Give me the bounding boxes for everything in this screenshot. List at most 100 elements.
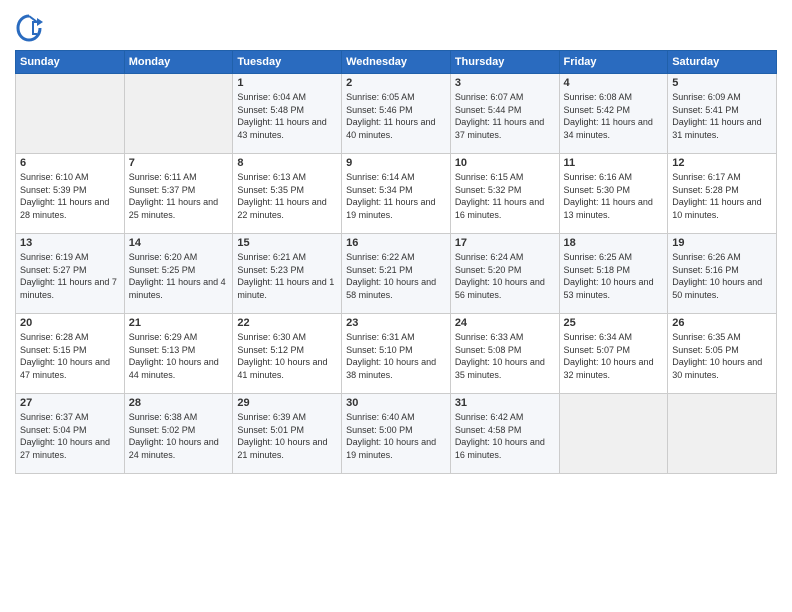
day-number: 9	[346, 157, 446, 169]
header-wednesday: Wednesday	[342, 51, 451, 74]
calendar-cell: 21 Sunrise: 6:29 AMSunset: 5:13 PMDayligh…	[124, 314, 233, 394]
header-monday: Monday	[124, 51, 233, 74]
calendar-cell	[668, 394, 777, 474]
calendar-cell: 12Sunrise: 6:17 AMSunset: 5:28 PMDayligh…	[668, 154, 777, 234]
day-info: Sunrise: 6:22 AMSunset: 5:21 PMDaylight:…	[346, 251, 446, 301]
header-sunday: Sunday	[16, 51, 125, 74]
calendar-cell: 30 Sunrise: 6:40 AMSunset: 5:00 PMDayligh…	[342, 394, 451, 474]
calendar-body: 1 Sunrise: 6:04 AMSunset: 5:48 PMDaylight…	[16, 74, 777, 474]
day-number: 25	[564, 317, 664, 329]
calendar-cell: 25 Sunrise: 6:34 AMSunset: 5:07 PMDayligh…	[559, 314, 668, 394]
week-row-4: 27Sunrise: 6:37 AMSunset: 5:04 PMDayligh…	[16, 394, 777, 474]
day-info: Sunrise: 6:24 AMSunset: 5:20 PMDaylight:…	[455, 251, 555, 301]
header-thursday: Thursday	[450, 51, 559, 74]
day-number: 14	[129, 237, 229, 249]
day-info: Sunrise: 6:07 AMSunset: 5:44 PMDaylight:…	[455, 91, 555, 141]
calendar-cell: 11 Sunrise: 6:16 AMSunset: 5:30 PMDayligh…	[559, 154, 668, 234]
day-info: Sunrise: 6:11 AMSunset: 5:37 PMDaylight:…	[129, 171, 229, 221]
calendar-cell: 7Sunrise: 6:11 AMSunset: 5:37 PMDaylight…	[124, 154, 233, 234]
day-number: 18	[564, 237, 664, 249]
day-number: 1	[237, 77, 337, 89]
day-info: Sunrise: 6:19 AMSunset: 5:27 PMDaylight:…	[20, 251, 120, 301]
day-number: 28	[129, 397, 229, 409]
day-info: Sunrise: 6:31 AMSunset: 5:10 PMDaylight:…	[346, 331, 446, 381]
day-info: Sunrise: 6:21 AMSunset: 5:23 PMDaylight:…	[237, 251, 337, 301]
day-number: 3	[455, 77, 555, 89]
day-number: 16	[346, 237, 446, 249]
day-info: Sunrise: 6:33 AMSunset: 5:08 PMDaylight:…	[455, 331, 555, 381]
calendar-cell: 15 Sunrise: 6:21 AMSunset: 5:23 PMDayligh…	[233, 234, 342, 314]
day-info: Sunrise: 6:38 AMSunset: 5:02 PMDaylight:…	[129, 411, 229, 461]
calendar-cell: 20Sunrise: 6:28 AMSunset: 5:15 PMDayligh…	[16, 314, 125, 394]
day-number: 29	[237, 397, 337, 409]
calendar-cell: 9 Sunrise: 6:14 AMSunset: 5:34 PMDaylight…	[342, 154, 451, 234]
calendar-cell	[124, 74, 233, 154]
day-number: 15	[237, 237, 337, 249]
day-number: 13	[20, 237, 120, 249]
calendar-cell: 27Sunrise: 6:37 AMSunset: 5:04 PMDayligh…	[16, 394, 125, 474]
day-number: 5	[672, 77, 772, 89]
day-info: Sunrise: 6:20 AMSunset: 5:25 PMDaylight:…	[129, 251, 229, 301]
calendar-header-row: SundayMondayTuesdayWednesdayThursdayFrid…	[16, 51, 777, 74]
calendar-cell: 6 Sunrise: 6:10 AMSunset: 5:39 PMDaylight…	[16, 154, 125, 234]
header-friday: Friday	[559, 51, 668, 74]
logo-icon	[15, 14, 43, 42]
day-info: Sunrise: 6:08 AMSunset: 5:42 PMDaylight:…	[564, 91, 664, 141]
day-number: 23	[346, 317, 446, 329]
day-number: 21	[129, 317, 229, 329]
day-info: Sunrise: 6:10 AMSunset: 5:39 PMDaylight:…	[20, 171, 120, 221]
day-info: Sunrise: 6:29 AMSunset: 5:13 PMDaylight:…	[129, 331, 229, 381]
day-number: 27	[20, 397, 120, 409]
day-info: Sunrise: 6:35 AMSunset: 5:05 PMDaylight:…	[672, 331, 772, 381]
calendar-cell: 26 Sunrise: 6:35 AMSunset: 5:05 PMDayligh…	[668, 314, 777, 394]
day-number: 11	[564, 157, 664, 169]
week-row-0: 1 Sunrise: 6:04 AMSunset: 5:48 PMDaylight…	[16, 74, 777, 154]
calendar-cell: 29 Sunrise: 6:39 AMSunset: 5:01 PMDayligh…	[233, 394, 342, 474]
day-number: 10	[455, 157, 555, 169]
week-row-1: 6 Sunrise: 6:10 AMSunset: 5:39 PMDaylight…	[16, 154, 777, 234]
calendar-cell: 10Sunrise: 6:15 AMSunset: 5:32 PMDayligh…	[450, 154, 559, 234]
calendar-cell: 14 Sunrise: 6:20 AMSunset: 5:25 PMDayligh…	[124, 234, 233, 314]
calendar-cell: 5 Sunrise: 6:09 AMSunset: 5:41 PMDaylight…	[668, 74, 777, 154]
calendar-cell: 22Sunrise: 6:30 AMSunset: 5:12 PMDayligh…	[233, 314, 342, 394]
day-number: 8	[237, 157, 337, 169]
day-info: Sunrise: 6:05 AMSunset: 5:46 PMDaylight:…	[346, 91, 446, 141]
calendar-cell: 23 Sunrise: 6:31 AMSunset: 5:10 PMDayligh…	[342, 314, 451, 394]
day-info: Sunrise: 6:09 AMSunset: 5:41 PMDaylight:…	[672, 91, 772, 141]
calendar-cell: 8Sunrise: 6:13 AMSunset: 5:35 PMDaylight…	[233, 154, 342, 234]
calendar-cell: 24 Sunrise: 6:33 AMSunset: 5:08 PMDayligh…	[450, 314, 559, 394]
calendar-cell: 13 Sunrise: 6:19 AMSunset: 5:27 PMDayligh…	[16, 234, 125, 314]
header-tuesday: Tuesday	[233, 51, 342, 74]
day-number: 26	[672, 317, 772, 329]
day-number: 30	[346, 397, 446, 409]
calendar-cell: 4 Sunrise: 6:08 AMSunset: 5:42 PMDaylight…	[559, 74, 668, 154]
day-info: Sunrise: 6:26 AMSunset: 5:16 PMDaylight:…	[672, 251, 772, 301]
day-info: Sunrise: 6:04 AMSunset: 5:48 PMDaylight:…	[237, 91, 337, 141]
header-saturday: Saturday	[668, 51, 777, 74]
day-info: Sunrise: 6:25 AMSunset: 5:18 PMDaylight:…	[564, 251, 664, 301]
day-number: 24	[455, 317, 555, 329]
day-number: 12	[672, 157, 772, 169]
day-info: Sunrise: 6:39 AMSunset: 5:01 PMDaylight:…	[237, 411, 337, 461]
day-info: Sunrise: 6:34 AMSunset: 5:07 PMDaylight:…	[564, 331, 664, 381]
calendar-cell	[16, 74, 125, 154]
week-row-2: 13 Sunrise: 6:19 AMSunset: 5:27 PMDayligh…	[16, 234, 777, 314]
day-number: 22	[237, 317, 337, 329]
calendar-cell: 2 Sunrise: 6:05 AMSunset: 5:46 PMDaylight…	[342, 74, 451, 154]
calendar-cell	[559, 394, 668, 474]
day-number: 19	[672, 237, 772, 249]
day-info: Sunrise: 6:40 AMSunset: 5:00 PMDaylight:…	[346, 411, 446, 461]
day-info: Sunrise: 6:14 AMSunset: 5:34 PMDaylight:…	[346, 171, 446, 221]
calendar-cell: 31Sunrise: 6:42 AMSunset: 4:58 PMDayligh…	[450, 394, 559, 474]
day-number: 4	[564, 77, 664, 89]
calendar-cell: 1 Sunrise: 6:04 AMSunset: 5:48 PMDaylight…	[233, 74, 342, 154]
week-row-3: 20Sunrise: 6:28 AMSunset: 5:15 PMDayligh…	[16, 314, 777, 394]
page-header	[15, 10, 777, 42]
day-number: 6	[20, 157, 120, 169]
day-number: 2	[346, 77, 446, 89]
calendar-cell: 3 Sunrise: 6:07 AMSunset: 5:44 PMDaylight…	[450, 74, 559, 154]
day-info: Sunrise: 6:16 AMSunset: 5:30 PMDaylight:…	[564, 171, 664, 221]
day-info: Sunrise: 6:28 AMSunset: 5:15 PMDaylight:…	[20, 331, 120, 381]
calendar-cell: 16 Sunrise: 6:22 AMSunset: 5:21 PMDayligh…	[342, 234, 451, 314]
logo	[15, 14, 46, 42]
